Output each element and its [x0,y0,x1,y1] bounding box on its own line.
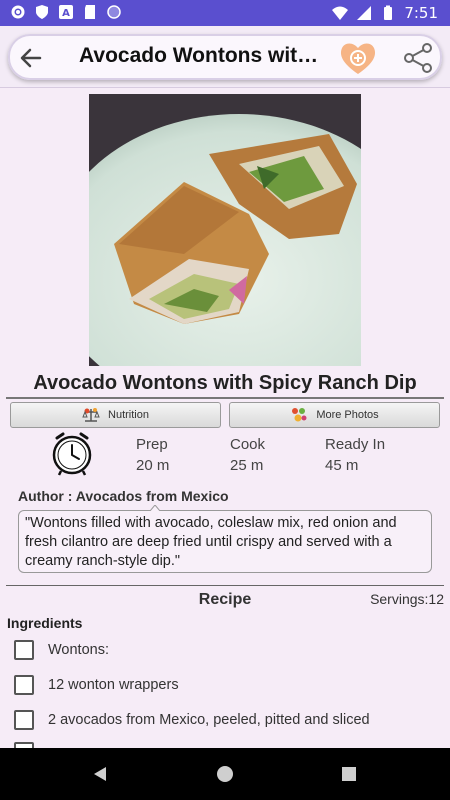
nav-recents-icon[interactable] [342,767,356,781]
ready-time: Ready In 45 m [325,434,385,476]
ingredient-text: 2 avocados from Mexico, peeled, pitted a… [48,712,370,728]
cook-label: Cook [230,436,266,453]
sd-card-icon [85,5,95,19]
recipe-title: Avocado Wontons with Spicy Ranch Dip [33,372,417,394]
divider [6,585,444,586]
svg-text:A: A [62,8,70,19]
ready-value: 45 m [325,457,359,474]
prep-label: Prep [136,436,168,453]
alarm-clock-icon [52,432,92,476]
speech-notch [150,505,160,511]
share-icon[interactable] [402,42,434,74]
page-title: Avocado Wontons wit… [79,44,319,67]
signal-icon [357,6,372,20]
ingredient-checkbox[interactable] [14,675,34,695]
recipe-photo[interactable] [89,94,361,366]
ready-label: Ready In [325,436,386,453]
wifi-icon [332,6,349,20]
cook-value: 25 m [230,457,264,474]
divider [6,397,444,399]
ingredient-item[interactable]: 2 avocados from Mexico, peeled, pitted a… [14,709,370,731]
a-icon: A [59,5,73,19]
more-photos-label: More Photos [316,409,379,421]
ingredients-title: Ingredients [7,615,83,631]
dot-icon [107,5,121,19]
shield-icon [36,5,48,19]
ingredient-item[interactable]: Wontons: [14,639,109,661]
ingredient-text: Wontons: [48,642,109,658]
status-bar: A 7:51 [0,0,450,26]
nutrition-button[interactable]: Nutrition [10,402,221,428]
prep-value: 20 m [136,457,170,474]
nav-home-icon[interactable] [217,766,233,782]
app-bar: Avocado Wontons wit… [0,26,450,88]
favorite-add-icon[interactable] [338,39,378,77]
vegetables-icon [292,408,307,422]
nutrition-label: Nutrition [108,409,149,421]
status-time: 7:51 [404,4,438,22]
scale-icon [82,408,100,422]
ingredient-item[interactable]: 12 wonton wrappers [14,674,179,696]
cook-time: Cook 25 m [230,434,265,476]
ingredient-checkbox[interactable] [14,640,34,660]
battery-icon [384,5,393,20]
nav-back-icon[interactable] [92,766,108,782]
recipe-description: "Wontons filled with avocado, coleslaw m… [18,510,432,573]
ingredient-text: 12 wonton wrappers [48,677,179,693]
prep-time: Prep 20 m [136,434,169,476]
gear-icon [11,5,25,19]
back-arrow-icon[interactable] [18,45,44,71]
more-photos-button[interactable]: More Photos [229,402,440,428]
servings[interactable]: Servings:12 [370,591,444,607]
ingredient-checkbox[interactable] [14,710,34,730]
recipe-author[interactable]: Author : Avocados from Mexico [18,488,229,504]
